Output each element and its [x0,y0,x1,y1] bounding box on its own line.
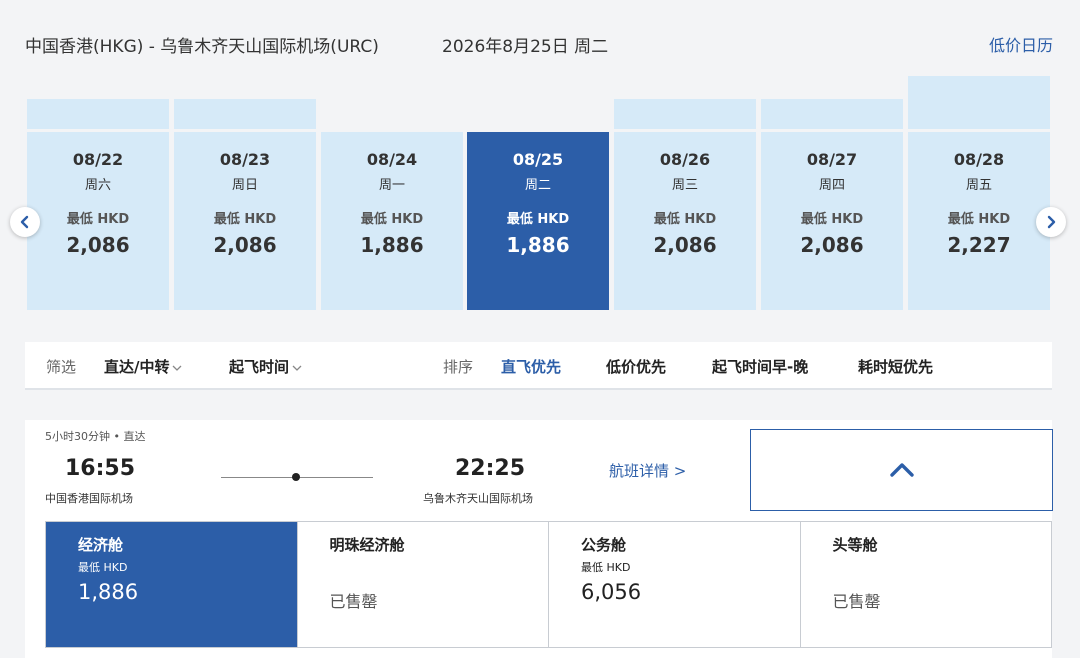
cabin-options: 经济舱 最低 HKD 1,886 明珠经济舱 已售罄 公务舱 最低 HKD 6,… [45,521,1052,648]
day-column: 08/23 周日 最低 HKD 2,086 [174,99,316,310]
price-bar [27,99,169,129]
chevron-left-icon [20,215,29,229]
cabin-price: 1,886 [78,580,139,604]
cabin-name: 明珠经济舱 [329,536,405,554]
day-date: 08/22 [72,150,124,169]
departure-time-label: 起飞时间 [229,358,290,376]
chevron-down-icon [173,365,182,371]
day-date: 08/23 [219,150,271,169]
day-weekday: 周日 [231,178,258,193]
route-title: 中国香港(HKG) - 乌鲁木齐天山国际机场(URC) [25,37,379,57]
day-weekday: 周三 [671,178,698,193]
cabin-name: 头等舱 [832,536,878,554]
departure-airport: 中国香港国际机场 [45,492,133,505]
sort-direct-first[interactable]: 直飞优先 [501,356,561,377]
direct-transfer-label: 直达/中转 [104,358,170,376]
direct-transfer-dropdown[interactable]: 直达/中转 [104,356,182,377]
day-weekday: 周五 [965,178,992,193]
departure-time-dropdown[interactable]: 起飞时间 [229,356,302,377]
day-price: 2,227 [947,233,1011,257]
chevron-down-icon [292,365,302,371]
next-dates-button[interactable] [1036,207,1066,237]
day-price: 2,086 [213,233,277,257]
prev-dates-button[interactable] [10,207,40,237]
cabin-status: 已售罄 [329,592,378,611]
cabin-price: 6,056 [581,580,642,604]
departure-time: 16:55 [65,456,136,481]
cabin-price-label: 最低 HKD [581,561,631,574]
route-header: 中国香港(HKG) - 乌鲁木齐天山国际机场(URC) 2026年8月25日 周… [0,0,1080,80]
day-price: 2,086 [653,233,717,257]
low-price-calendar-link[interactable]: 低价日历 [989,32,1053,56]
filter-label: 筛选 [46,358,77,376]
day-price-label: 最低 HKD [506,212,570,227]
day-weekday: 周六 [84,178,111,193]
flight-path-dot [292,473,300,481]
filter-sort-bar: 筛选 直达/中转 起飞时间 排序 直飞优先 低价优先 起飞时间早-晚 耗时短优先 [25,342,1052,390]
date-price-strip: 08/22 周六 最低 HKD 2,086 08/23 周日 最低 HKD 2,… [27,76,1051,310]
cabin-business[interactable]: 公务舱 最低 HKD 6,056 [549,522,801,647]
day-weekday: 周一 [378,178,405,193]
sort-departure-time[interactable]: 起飞时间早-晚 [712,356,808,377]
price-bar [174,99,316,129]
price-bar [614,99,756,129]
day-column: 08/24 周一 最低 HKD 1,886 [321,132,463,310]
chevron-up-icon [889,463,914,477]
flight-card: 5小时30分钟 • 直达 16:55 中国香港国际机场 22:25 乌鲁木齐天山… [25,420,1053,658]
price-bar [908,76,1050,129]
day-card-selected[interactable]: 08/25 周二 最低 HKD 1,886 [467,132,609,310]
day-card[interactable]: 08/28 周五 最低 HKD 2,227 [908,132,1050,310]
day-column: 08/28 周五 最低 HKD 2,227 [908,76,1050,310]
cabin-name: 公务舱 [581,536,627,554]
arrival-airport: 乌鲁木齐天山国际机场 [423,492,533,505]
sort-label: 排序 [443,358,474,376]
day-card[interactable]: 08/27 周四 最低 HKD 2,086 [761,132,903,310]
day-card[interactable]: 08/26 周三 最低 HKD 2,086 [614,132,756,310]
cabin-economy[interactable]: 经济舱 最低 HKD 1,886 [46,522,298,647]
day-price-label: 最低 HKD [360,212,424,227]
cabin-name: 经济舱 [78,536,124,554]
cabin-first[interactable]: 头等舱 已售罄 [800,522,1051,647]
day-column: 08/27 周四 最低 HKD 2,086 [761,99,903,310]
day-price-label: 最低 HKD [947,212,1011,227]
arrival-time: 22:25 [455,456,526,481]
cabin-pearl-economy[interactable]: 明珠经济舱 已售罄 [297,522,549,647]
flight-details-link[interactable]: 航班详情 > [609,460,686,481]
day-price: 2,086 [66,233,130,257]
day-date: 08/25 [512,150,564,169]
flight-duration-info: 5小时30分钟 • 直达 [45,430,146,443]
cabin-status: 已售罄 [832,592,881,611]
sort-shortest-duration[interactable]: 耗时短优先 [858,356,933,377]
day-price-label: 最低 HKD [800,212,864,227]
collapse-button[interactable] [750,429,1053,511]
day-column: 08/25 周二 最低 HKD 1,886 [467,132,609,310]
day-price: 2,086 [800,233,864,257]
cabin-price-label: 最低 HKD [78,561,128,574]
sort-lowest-price[interactable]: 低价优先 [606,356,666,377]
day-date: 08/24 [366,150,418,169]
day-card[interactable]: 08/24 周一 最低 HKD 1,886 [321,132,463,310]
price-bar [761,99,903,129]
day-card[interactable]: 08/23 周日 最低 HKD 2,086 [174,132,316,310]
chevron-right-icon [1047,215,1056,229]
day-date: 08/28 [953,150,1005,169]
day-column: 08/22 周六 最低 HKD 2,086 [27,99,169,310]
day-column: 08/26 周三 最低 HKD 2,086 [614,99,756,310]
day-price: 1,886 [506,233,570,257]
day-price-label: 最低 HKD [213,212,277,227]
day-weekday: 周二 [524,178,551,193]
day-price-label: 最低 HKD [653,212,717,227]
day-card[interactable]: 08/22 周六 最低 HKD 2,086 [27,132,169,310]
day-price-label: 最低 HKD [66,212,130,227]
day-date: 08/26 [659,150,711,169]
day-price: 1,886 [360,233,424,257]
day-date: 08/27 [806,150,858,169]
day-weekday: 周四 [818,178,845,193]
travel-date: 2026年8月25日 周二 [442,37,609,57]
